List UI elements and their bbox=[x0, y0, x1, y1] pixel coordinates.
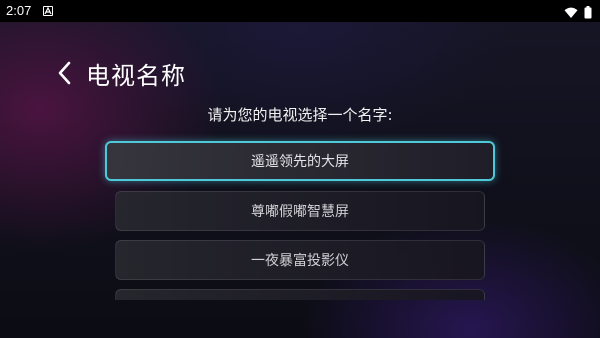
option-label: 遥遥领先的大屏 bbox=[251, 154, 349, 170]
name-option-4[interactable] bbox=[115, 289, 485, 300]
name-option-1[interactable]: 遥遥领先的大屏 bbox=[105, 141, 495, 181]
name-options-list[interactable]: 遥遥领先的大屏 尊嘟假嘟智慧屏 一夜暴富投影仪 bbox=[0, 0, 600, 300]
option-label: 尊嘟假嘟智慧屏 bbox=[251, 204, 349, 220]
name-option-3[interactable]: 一夜暴富投影仪 bbox=[115, 240, 485, 280]
name-option-2[interactable]: 尊嘟假嘟智慧屏 bbox=[115, 191, 485, 231]
option-label: 一夜暴富投影仪 bbox=[251, 253, 349, 269]
